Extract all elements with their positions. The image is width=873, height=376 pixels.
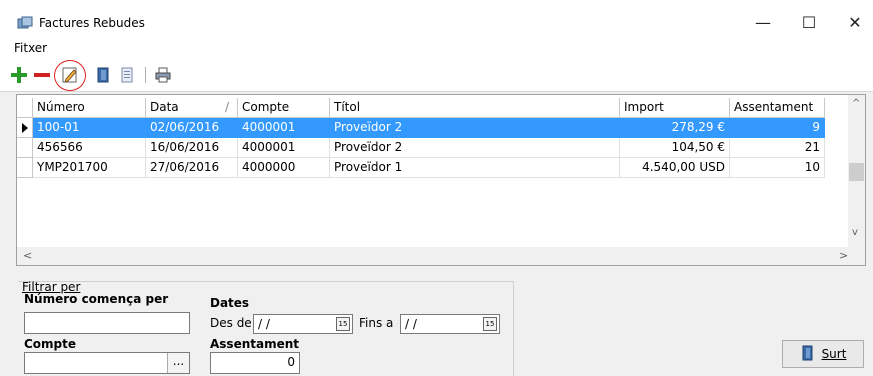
des-de-field[interactable]: / / 15 [253, 314, 353, 334]
cell-import: 4.540,00 USD [620, 158, 730, 178]
filter-panel: Filtrar per Número comença per Dates Des… [18, 280, 514, 376]
compte-label: Compte [24, 337, 77, 351]
des-de-value: / / [258, 317, 270, 331]
column-header-titol[interactable]: Títol [330, 98, 620, 118]
cell-compte: 4000001 [238, 118, 330, 138]
cell-assentament: 9 [730, 118, 825, 138]
row-indicator [17, 118, 33, 138]
window: Factures Rebudes — ☐ ✕ Fitxer Número Dat… [0, 0, 873, 376]
cell-titol: Proveïdor 2 [330, 118, 620, 138]
cell-compte: 4000000 [238, 158, 330, 178]
compte-input[interactable]: ... [24, 352, 190, 374]
scroll-left-icon[interactable]: < [23, 249, 32, 262]
menu-fitxer[interactable]: Fitxer [14, 41, 47, 55]
cell-import: 278,29 € [620, 118, 730, 138]
numero-input[interactable] [24, 312, 190, 334]
print-icon[interactable] [152, 64, 174, 86]
app-icon [17, 15, 33, 31]
row-indicator [17, 158, 33, 178]
scroll-down-icon[interactable]: v [852, 227, 858, 238]
header-corner [17, 98, 33, 118]
cell-titol: Proveïdor 2 [330, 138, 620, 158]
cell-numero: YMP201700 [33, 158, 146, 178]
column-header-numero[interactable]: Número [33, 98, 146, 118]
calendar-icon[interactable]: 15 [483, 317, 497, 331]
des-de-label: Des de [210, 316, 252, 330]
column-header-data[interactable]: Data / [146, 98, 238, 118]
cell-data: 02/06/2016 [146, 118, 238, 138]
invoices-grid[interactable]: Número Data / Compte Títol Import Assent… [16, 94, 866, 266]
exit-door-icon [800, 345, 816, 364]
compte-lookup-button[interactable]: ... [167, 353, 189, 373]
maximize-button[interactable]: ☐ [786, 8, 832, 36]
toolbar [0, 58, 873, 92]
cell-data: 16/06/2016 [146, 138, 238, 158]
toolbar-separator [145, 67, 146, 83]
exit-door-icon[interactable] [92, 64, 114, 86]
menu-bar: Fitxer [0, 38, 873, 58]
vertical-scroll-thumb[interactable] [849, 163, 864, 181]
cell-compte: 4000001 [238, 138, 330, 158]
cell-assentament: 21 [730, 138, 825, 158]
cell-numero: 100-01 [33, 118, 146, 138]
cell-import: 104,50 € [620, 138, 730, 158]
remove-icon[interactable] [31, 64, 53, 86]
close-button[interactable]: ✕ [832, 8, 873, 36]
numero-label: Número comença per [24, 292, 169, 306]
column-header-data-label: Data [150, 100, 179, 114]
cell-titol: Proveïdor 1 [330, 158, 620, 178]
cell-assentament: 10 [730, 158, 825, 178]
surt-button[interactable]: Surt [782, 340, 864, 368]
vertical-scrollbar[interactable]: ^ v [848, 95, 865, 247]
assentament-input[interactable]: 0 [210, 352, 300, 374]
minimize-button[interactable]: — [740, 8, 786, 36]
cell-data: 27/06/2016 [146, 158, 238, 178]
calendar-icon[interactable]: 15 [336, 317, 350, 331]
add-icon[interactable] [8, 64, 30, 86]
table-row[interactable]: 456566 16/06/2016 4000001 Proveïdor 2 10… [17, 138, 849, 158]
window-title: Factures Rebudes [39, 16, 145, 30]
edit-icon[interactable] [59, 64, 81, 86]
fins-label: Fins a [359, 316, 394, 330]
assentament-label: Assentament [210, 337, 300, 351]
column-header-compte[interactable]: Compte [238, 98, 330, 118]
fins-value: / / [405, 317, 417, 331]
document-icon[interactable] [116, 64, 138, 86]
fins-field[interactable]: / / 15 [400, 314, 500, 334]
scroll-up-icon[interactable]: ^ [852, 98, 860, 109]
surt-label: Surt [821, 347, 847, 361]
column-header-import[interactable]: Import [620, 98, 730, 118]
cell-numero: 456566 [33, 138, 146, 158]
sort-marker: / [224, 100, 229, 114]
scroll-right-icon[interactable]: > [839, 249, 848, 262]
table-row[interactable]: YMP201700 27/06/2016 4000000 Proveïdor 1… [17, 158, 849, 178]
row-indicator [17, 138, 33, 158]
table-row[interactable]: 100-01 02/06/2016 4000001 Proveïdor 2 27… [17, 118, 849, 138]
column-header-assentament[interactable]: Assentament [730, 98, 825, 118]
title-bar: Factures Rebudes — ☐ ✕ [0, 0, 873, 38]
dates-label: Dates [210, 296, 250, 310]
horizontal-scrollbar[interactable]: < > [17, 247, 865, 265]
